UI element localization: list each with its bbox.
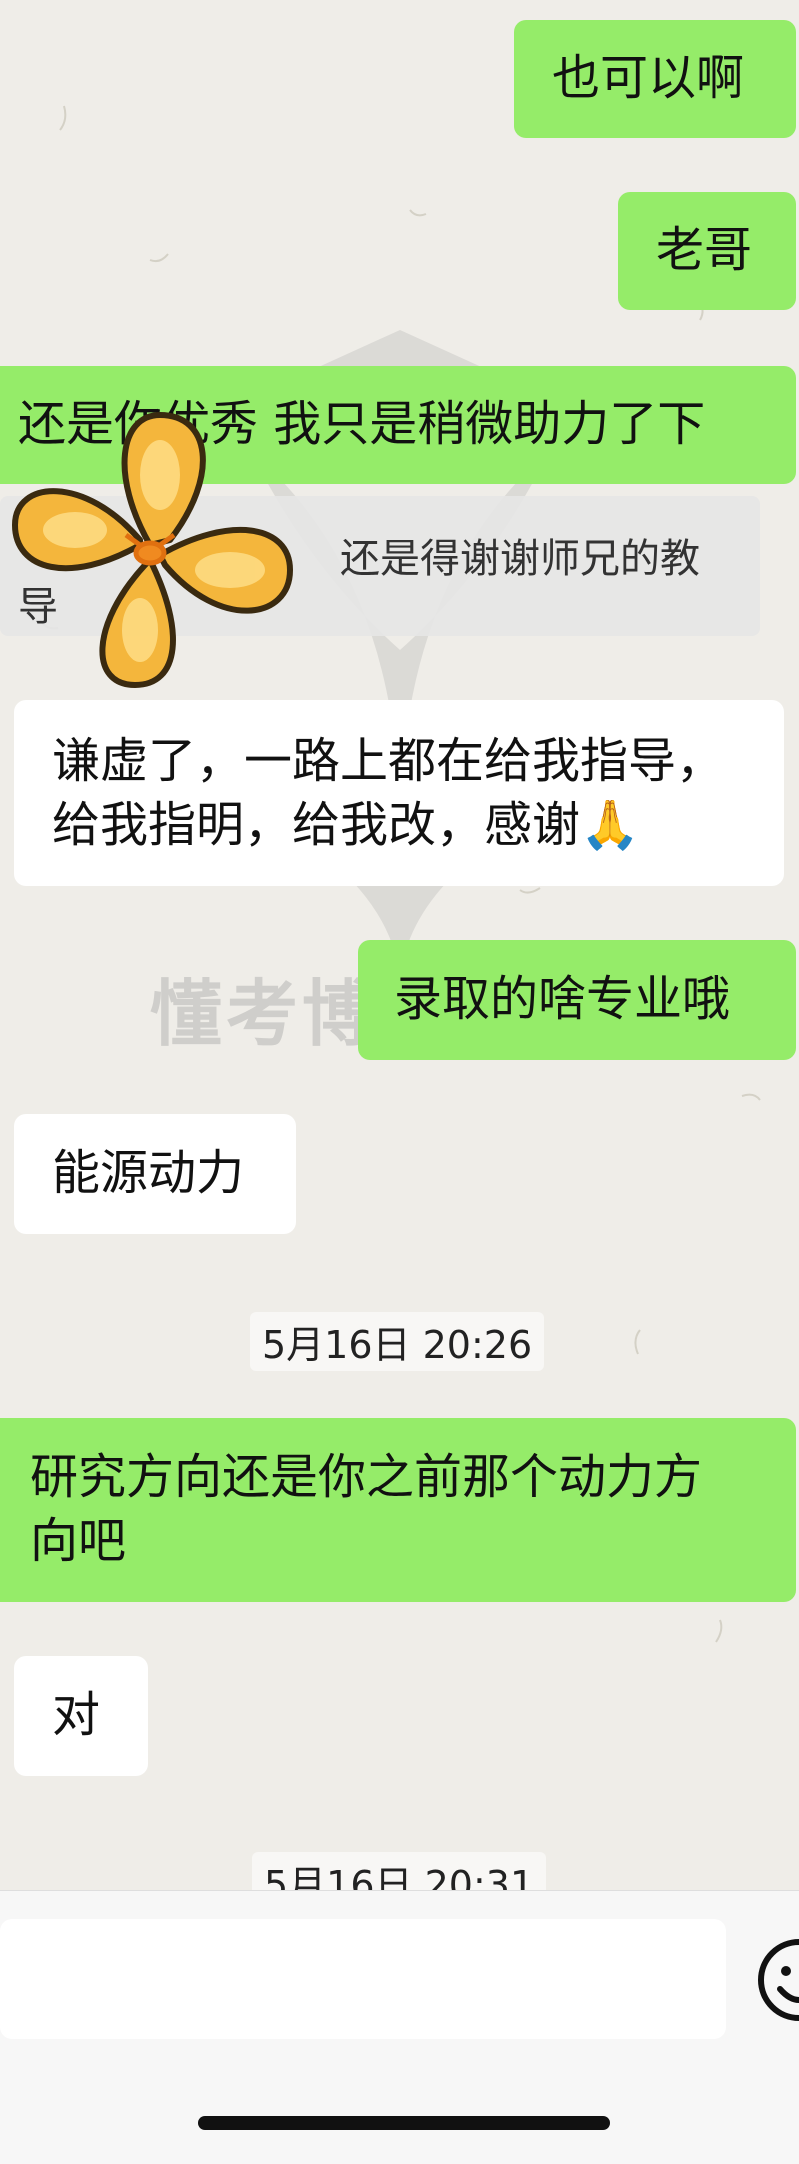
- message-text: 给我指明，给我改，感谢🙏: [52, 797, 640, 853]
- message-input[interactable]: [0, 1919, 726, 2039]
- message-text: 还是得谢谢师兄的教: [340, 536, 700, 582]
- input-bar: [0, 1890, 799, 2164]
- message-bubble-outgoing[interactable]: 录取的啥专业哦: [358, 940, 796, 1060]
- message-text: 研究方向还是你之前那个动力方: [30, 1449, 703, 1505]
- message-bubble-outgoing[interactable]: 老哥: [618, 192, 796, 310]
- watermark-text: 懂考博: [150, 972, 379, 1056]
- message-text: 也可以啊: [552, 50, 745, 106]
- message-bubble-incoming[interactable]: 能源动力: [14, 1114, 296, 1234]
- message-bubble-outgoing[interactable]: 也可以啊: [514, 20, 796, 138]
- flower-sticker: [12, 412, 293, 688]
- message-text: 向吧: [30, 1513, 127, 1569]
- timestamp: 5月16日 20:26: [250, 1312, 545, 1371]
- message-text: 谦虚了，一路上都在给我指导，: [52, 733, 725, 789]
- message-bubble-incoming[interactable]: 谦虚了，一路上都在给我指导， 给我指明，给我改，感谢🙏: [14, 700, 784, 886]
- smiley-icon[interactable]: [754, 1935, 799, 2025]
- message-text: 对: [52, 1687, 101, 1743]
- home-indicator: [198, 2116, 610, 2130]
- message-text: 老哥: [656, 222, 753, 278]
- message-bubble-outgoing[interactable]: 研究方向还是你之前那个动力方 向吧: [0, 1418, 796, 1602]
- message-bubble-incoming[interactable]: 对: [14, 1656, 148, 1776]
- message-text: 能源动力: [52, 1145, 245, 1201]
- message-text: 录取的啥专业哦: [394, 971, 731, 1027]
